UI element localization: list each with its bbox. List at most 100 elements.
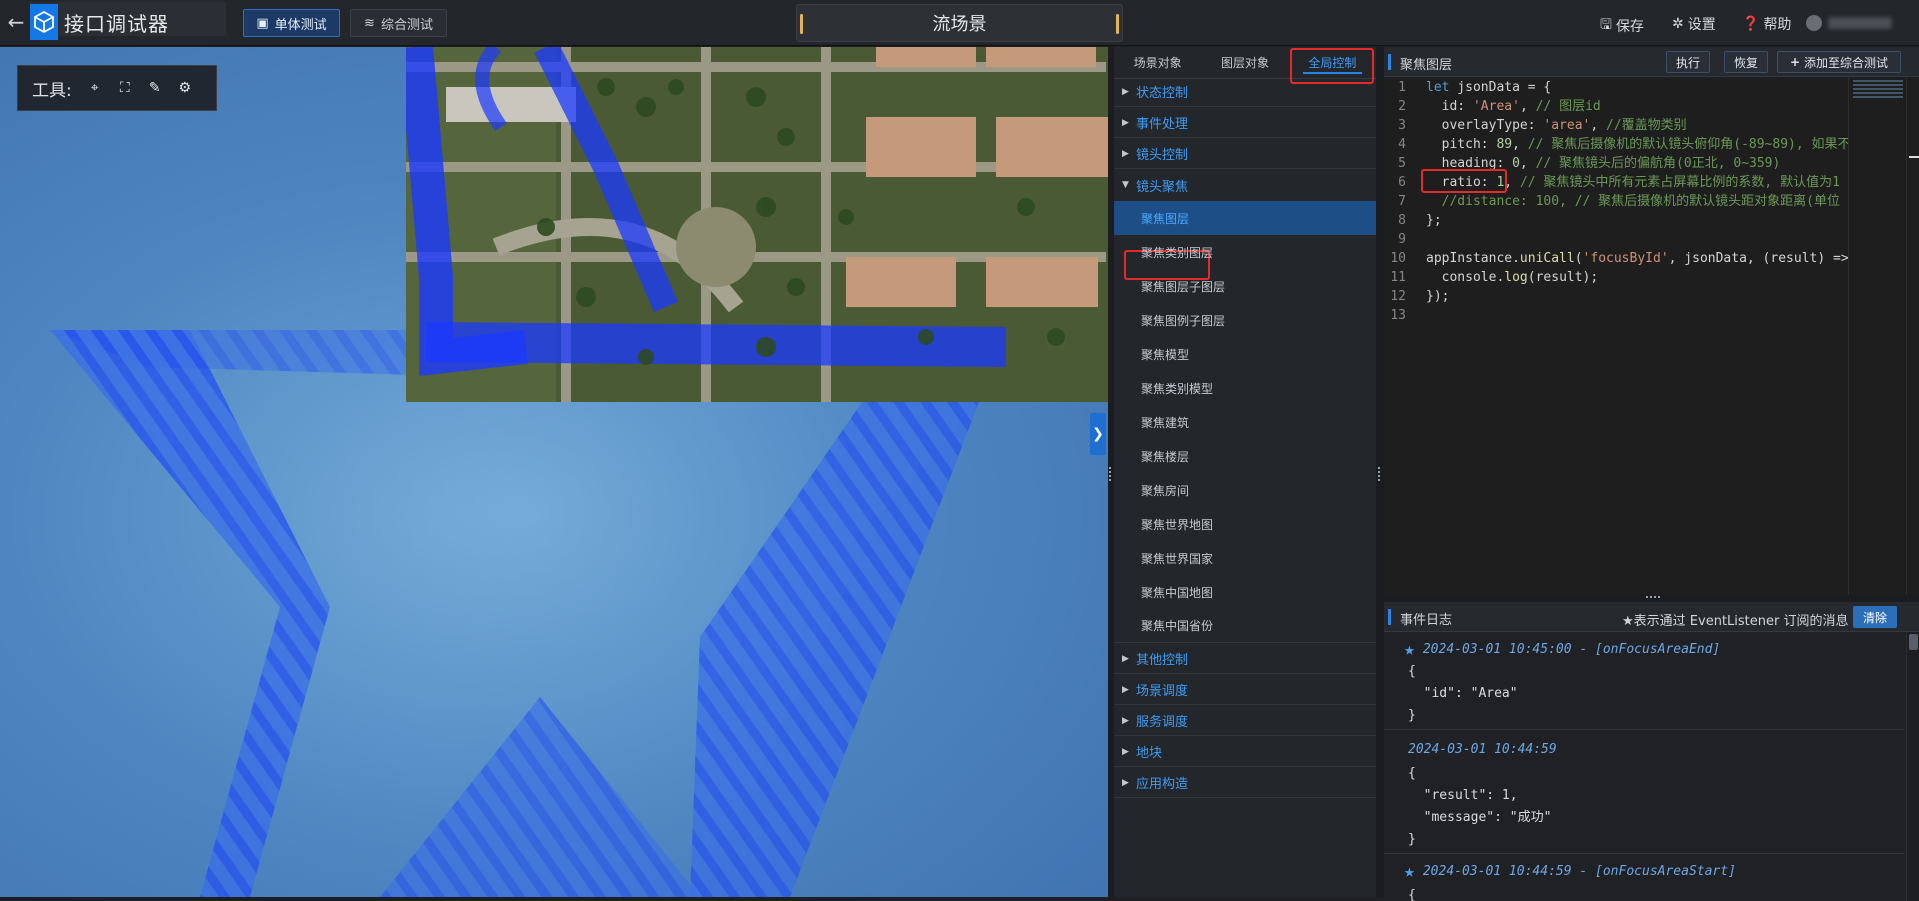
log-json-line: {	[1408, 888, 1416, 901]
log-json-line: "message": "成功"	[1408, 810, 1552, 825]
help-button[interactable]: ❓ 帮助	[1742, 14, 1791, 34]
clear-log-button[interactable]: 清除	[1853, 606, 1897, 628]
add-label: 添加至综合测试	[1804, 55, 1889, 70]
log-json-line: "id": "Area"	[1408, 686, 1518, 701]
tab-integrated-test[interactable]: ≋ 综合测试	[350, 9, 447, 37]
caret-right-icon: ▶	[1122, 148, 1129, 159]
log-entry-title: 2024-03-01 10:44:59 - [onFocusAreaStart]	[1422, 864, 1736, 879]
code-scrollbar[interactable]	[1906, 78, 1919, 595]
api-item[interactable]: 聚焦类别图层	[1114, 235, 1376, 269]
group-label: 应用构造	[1136, 777, 1189, 792]
star-icon: ★	[1404, 861, 1415, 882]
log-entry: ★ 2024-03-01 10:44:59 - [onFocusAreaStart…	[1384, 854, 1904, 901]
save-button[interactable]: 🖫 保存	[1600, 14, 1644, 38]
highlight-box	[1421, 169, 1507, 193]
layers-icon: ≋	[364, 15, 375, 31]
api-item[interactable]: 聚焦中国省份	[1114, 609, 1376, 643]
app-root: ← 接口调试器 ▣ 单体测试 ≋ 综合测试 流场景 🖫保存 ✲设置 ❓帮助	[0, 0, 1919, 901]
tab-single-test-label: 单体测试	[274, 17, 327, 33]
code-editor[interactable]: 1 let jsonData = { 2 id: 'Area', // 图层id …	[1384, 78, 1919, 595]
group-app-construct[interactable]: ▶ 应用构造	[1114, 768, 1376, 798]
code-line: 12});	[1390, 289, 1450, 304]
locate-icon[interactable]: ⌖	[84, 77, 106, 99]
code-minimap[interactable]	[1848, 78, 1906, 595]
help-icon: ❓	[1742, 16, 1760, 32]
settings-label: 设置	[1687, 17, 1716, 33]
api-item[interactable]: 聚焦模型	[1114, 337, 1376, 371]
log-json-line: {	[1408, 766, 1416, 781]
title-accent	[1388, 54, 1391, 70]
api-item[interactable]: 聚焦图层子图层	[1114, 269, 1376, 303]
editor-header: 聚焦图层 执行 恢复 + 添加至综合测试	[1384, 47, 1919, 77]
app-title: 接口调试器	[64, 12, 169, 36]
frame-select-icon[interactable]: ⛶	[114, 77, 136, 99]
log-entry-header: ★ 2024-03-01 10:44:59 - [onFocusAreaStart…	[1404, 862, 1736, 882]
code-line: 3 overlayType: 'area', //覆盖物类别	[1398, 118, 1687, 133]
caret-right-icon: ▶	[1122, 117, 1129, 128]
group-label: 事件处理	[1136, 117, 1189, 132]
editor-title: 聚焦图层	[1400, 58, 1453, 73]
back-arrow-icon[interactable]: ←	[4, 10, 28, 34]
api-item[interactable]: 聚焦图例子图层	[1114, 303, 1376, 337]
star-icon: ★	[1404, 639, 1415, 660]
scene-title: 流场景	[796, 4, 1123, 42]
api-item[interactable]: 聚焦中国地图	[1114, 575, 1376, 609]
group-state-control[interactable]: ▶ 状态控制	[1114, 77, 1376, 107]
tab-scene-objects[interactable]: 场景对象	[1114, 47, 1201, 78]
cube-icon: ▣	[256, 15, 269, 31]
log-entry-header: ★ 2024-03-01 10:45:00 - [onFocusAreaEnd]	[1404, 640, 1720, 660]
scene-viewport[interactable]: 工具: ⌖ ⛶ ✎ ⚙ ❯	[0, 47, 1108, 897]
group-label: 场景调度	[1136, 684, 1189, 699]
gear-icon: ✲	[1672, 16, 1684, 32]
code-line: 7 //distance: 100, // 聚焦后摄像机的默认镜头距对象距离(单…	[1398, 194, 1841, 209]
group-service-dispatch[interactable]: ▶ 服务调度	[1114, 706, 1376, 736]
caret-right-icon: ▶	[1122, 86, 1129, 97]
group-label: 服务调度	[1136, 715, 1189, 730]
api-item[interactable]: 聚焦类别模型	[1114, 371, 1376, 405]
right-splitter[interactable]	[1376, 47, 1384, 897]
chevron-right-icon[interactable]: ❯	[1090, 413, 1106, 455]
code-line: 2 id: 'Area', // 图层id	[1398, 99, 1601, 114]
api-item[interactable]: 聚焦世界国家	[1114, 541, 1376, 575]
group-event-handling[interactable]: ▶ 事件处理	[1114, 108, 1376, 138]
tab-layer-objects[interactable]: 图层对象	[1201, 47, 1288, 78]
group-camera-control[interactable]: ▶ 镜头控制	[1114, 139, 1376, 169]
log-entry-header: 2024-03-01 10:44:59	[1408, 742, 1557, 757]
api-item[interactable]: 聚焦建筑	[1114, 405, 1376, 439]
log-json-line: "result": 1,	[1408, 788, 1518, 803]
group-scene-dispatch[interactable]: ▶ 场景调度	[1114, 675, 1376, 705]
aerial-imagery	[406, 47, 1108, 402]
log-scrollbar[interactable]	[1906, 632, 1919, 901]
reset-button[interactable]: 恢复	[1724, 51, 1768, 73]
log-json-line: }	[1408, 708, 1416, 723]
tab-single-test[interactable]: ▣ 单体测试	[243, 9, 340, 37]
log-json-line: }	[1408, 832, 1416, 847]
caret-down-icon: ▼	[1122, 180, 1129, 190]
api-item[interactable]: 聚焦楼层	[1114, 439, 1376, 473]
user-menu[interactable]	[1806, 14, 1896, 32]
app-logo-icon	[30, 4, 58, 40]
add-to-integrated-test-button[interactable]: + 添加至综合测试	[1777, 51, 1901, 73]
api-item[interactable]: 聚焦房间	[1114, 473, 1376, 507]
group-other-control[interactable]: ▶ 其他控制	[1114, 644, 1376, 674]
group-land-parcel[interactable]: ▶ 地块	[1114, 737, 1376, 767]
event-log-note: ★表示通过 EventListener 订阅的消息	[1622, 614, 1849, 629]
api-item[interactable]: 聚焦世界地图	[1114, 507, 1376, 541]
editor-log-splitter[interactable]	[1384, 595, 1919, 602]
log-json-line: {	[1408, 664, 1416, 679]
scene-toolbar: 工具: ⌖ ⛶ ✎ ⚙	[17, 65, 217, 111]
code-line: 9	[1398, 232, 1406, 247]
code-line: 8};	[1398, 213, 1442, 228]
plus-icon: +	[1789, 55, 1801, 69]
settings-gears-icon[interactable]: ⚙	[174, 77, 196, 99]
pen-icon[interactable]: ✎	[144, 77, 166, 99]
code-line: 13	[1390, 308, 1406, 323]
api-item-focus-layer[interactable]: 聚焦图层	[1114, 201, 1376, 235]
settings-button[interactable]: ✲ 设置	[1672, 14, 1716, 34]
run-button[interactable]: 执行	[1666, 51, 1710, 73]
caret-right-icon: ▶	[1122, 777, 1129, 788]
log-entry: ★ 2024-03-01 10:45:00 - [onFocusAreaEnd] …	[1384, 632, 1904, 730]
group-label: 镜头聚焦	[1136, 179, 1189, 195]
code-line: 11 console.log(result);	[1390, 270, 1599, 285]
group-camera-focus[interactable]: ▼ 镜头聚焦	[1114, 170, 1376, 200]
